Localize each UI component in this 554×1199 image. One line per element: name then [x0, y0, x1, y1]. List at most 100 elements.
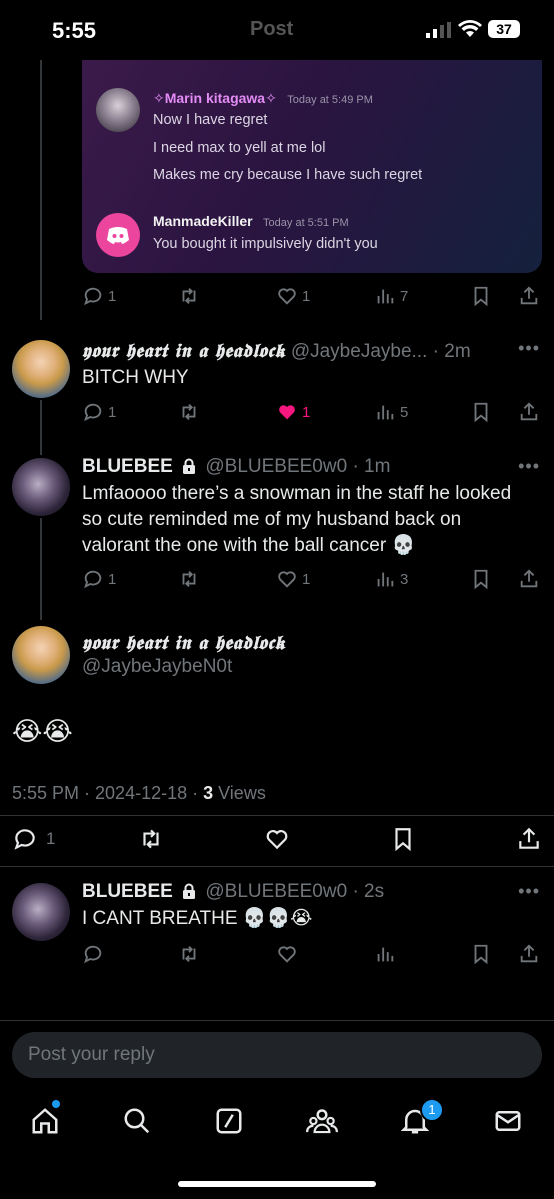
display-name[interactable]: 𝖞𝖔𝖚𝖗 𝖍𝖊𝖆𝖗𝖙 𝖎𝖓 𝖆 𝖍𝖊𝖆𝖉𝖑𝖔𝖈𝖐 [82, 632, 286, 654]
like-count: 1 [302, 570, 311, 588]
post-time: · 2m [432, 341, 471, 362]
reply-icon [84, 570, 102, 589]
views-button[interactable] [374, 943, 396, 965]
display-name[interactable]: BLUEBEE [82, 456, 173, 477]
more-options-icon[interactable]: ••• [518, 881, 540, 902]
home-icon[interactable] [30, 1100, 60, 1136]
post-actions: 1 1 7 [82, 285, 542, 309]
share-button[interactable] [516, 826, 542, 852]
lock-icon [182, 883, 196, 899]
battery-level: 37 [496, 21, 512, 37]
post-time: · 2s [352, 881, 385, 902]
like-button[interactable]: 1 [276, 285, 310, 307]
views-button[interactable]: 5 [374, 401, 408, 423]
post-time: · 1m [352, 456, 391, 477]
user-handle[interactable]: @JaybeJaybe... [291, 341, 428, 362]
like-button[interactable]: 1 [276, 401, 310, 423]
reply-button[interactable]: 1 [12, 826, 55, 852]
bottom-nav: 1 [0, 1090, 554, 1199]
views-count: 3 [400, 570, 409, 588]
repost-icon [143, 829, 159, 849]
reply-icon [84, 287, 102, 306]
user-handle[interactable]: @BLUEBEE0w0 [205, 456, 347, 477]
display-name[interactable]: 𝖞𝖔𝖚𝖗 𝖍𝖊𝖆𝖗𝖙 𝖎𝖓 𝖆 𝖍𝖊𝖆𝖉𝖑𝖔𝖈𝖐 [82, 340, 286, 362]
reply-input-placeholder[interactable]: Post your reply [28, 1044, 155, 1066]
heart-icon [266, 830, 288, 850]
wifi-icon [458, 20, 482, 38]
user-handle[interactable]: @BLUEBEE0w0 [205, 881, 347, 902]
avatar[interactable] [12, 626, 70, 684]
reply-icon [84, 403, 102, 422]
heart-icon [278, 946, 296, 963]
repost-button[interactable] [178, 943, 200, 965]
post-text: Lmfaoooo there’s a snowman in the staff … [82, 483, 512, 556]
divider [0, 815, 554, 816]
bookmark-button[interactable] [390, 826, 416, 852]
search-icon[interactable] [122, 1106, 152, 1136]
embedded-image[interactable]: ✧Marin kitagawa✧ Today at 5:49 PM Now I … [82, 60, 542, 273]
repost-icon [182, 946, 196, 962]
views-icon [377, 572, 394, 587]
message-line: I need max to yell at me lol [153, 140, 326, 156]
repost-button[interactable] [178, 285, 200, 307]
more-options-icon[interactable]: ••• [518, 338, 540, 359]
like-button[interactable] [276, 943, 298, 965]
reply-button[interactable]: 1 [82, 285, 116, 307]
heart-filled-icon [279, 405, 295, 420]
thread-line [40, 60, 42, 320]
bookmark-button[interactable] [470, 401, 492, 423]
post-text: 😭😭 [12, 716, 73, 746]
main-post-actions: 1 [0, 826, 554, 854]
reply-button[interactable]: 1 [82, 568, 116, 590]
message-author: ✧Marin kitagawa✧ [153, 90, 277, 106]
reply-composer[interactable]: Post your reply [12, 1032, 542, 1078]
bookmark-icon [474, 569, 488, 590]
reply-button[interactable]: 1 [82, 401, 116, 423]
status-time: 5:55 [52, 18, 97, 43]
repost-button[interactable] [138, 826, 164, 852]
notifications-badge: 1 [420, 1098, 444, 1122]
bookmark-button[interactable] [470, 943, 492, 965]
like-button[interactable] [264, 826, 290, 852]
share-icon [520, 286, 538, 305]
user-handle[interactable]: @JaybeJaybeN0t [82, 656, 232, 678]
share-button[interactable] [518, 401, 540, 423]
notifications-icon[interactable]: 1 [400, 1098, 444, 1136]
repost-button[interactable] [178, 401, 200, 423]
share-button[interactable] [518, 568, 540, 590]
post-actions: 1 1 5 [82, 401, 542, 425]
reply-count: 1 [108, 287, 117, 305]
like-button[interactable]: 1 [276, 568, 310, 590]
communities-icon[interactable] [306, 1106, 338, 1136]
signal-icon [426, 22, 452, 38]
share-icon [520, 402, 538, 421]
header-title: Post [250, 18, 294, 40]
bookmark-icon [474, 402, 488, 423]
views-button[interactable]: 7 [374, 285, 408, 307]
views-button[interactable]: 3 [374, 568, 408, 590]
avatar[interactable] [12, 340, 70, 398]
messages-icon[interactable] [493, 1106, 523, 1136]
share-icon [519, 827, 539, 849]
reply-count: 1 [108, 403, 117, 421]
repost-button[interactable] [178, 568, 200, 590]
grok-icon[interactable] [214, 1106, 244, 1136]
bookmark-button[interactable] [470, 285, 492, 307]
repost-icon [182, 404, 196, 420]
avatar[interactable] [12, 883, 70, 941]
avatar[interactable] [12, 458, 70, 516]
status-bar: 5:55 Post 37 [0, 0, 554, 60]
display-name[interactable]: BLUEBEE [82, 881, 173, 902]
views-count: 3 [203, 783, 214, 803]
share-button[interactable] [518, 943, 540, 965]
share-button[interactable] [518, 285, 540, 307]
bookmark-button[interactable] [470, 568, 492, 590]
like-count: 1 [302, 403, 311, 421]
divider [0, 1020, 554, 1021]
views-icon [377, 947, 394, 962]
heart-icon [278, 288, 296, 305]
message-time: Today at 5:51 PM [263, 217, 349, 229]
more-options-icon[interactable]: ••• [518, 456, 540, 477]
post-text: BITCH WHY [82, 367, 189, 388]
reply-button[interactable] [82, 943, 104, 965]
